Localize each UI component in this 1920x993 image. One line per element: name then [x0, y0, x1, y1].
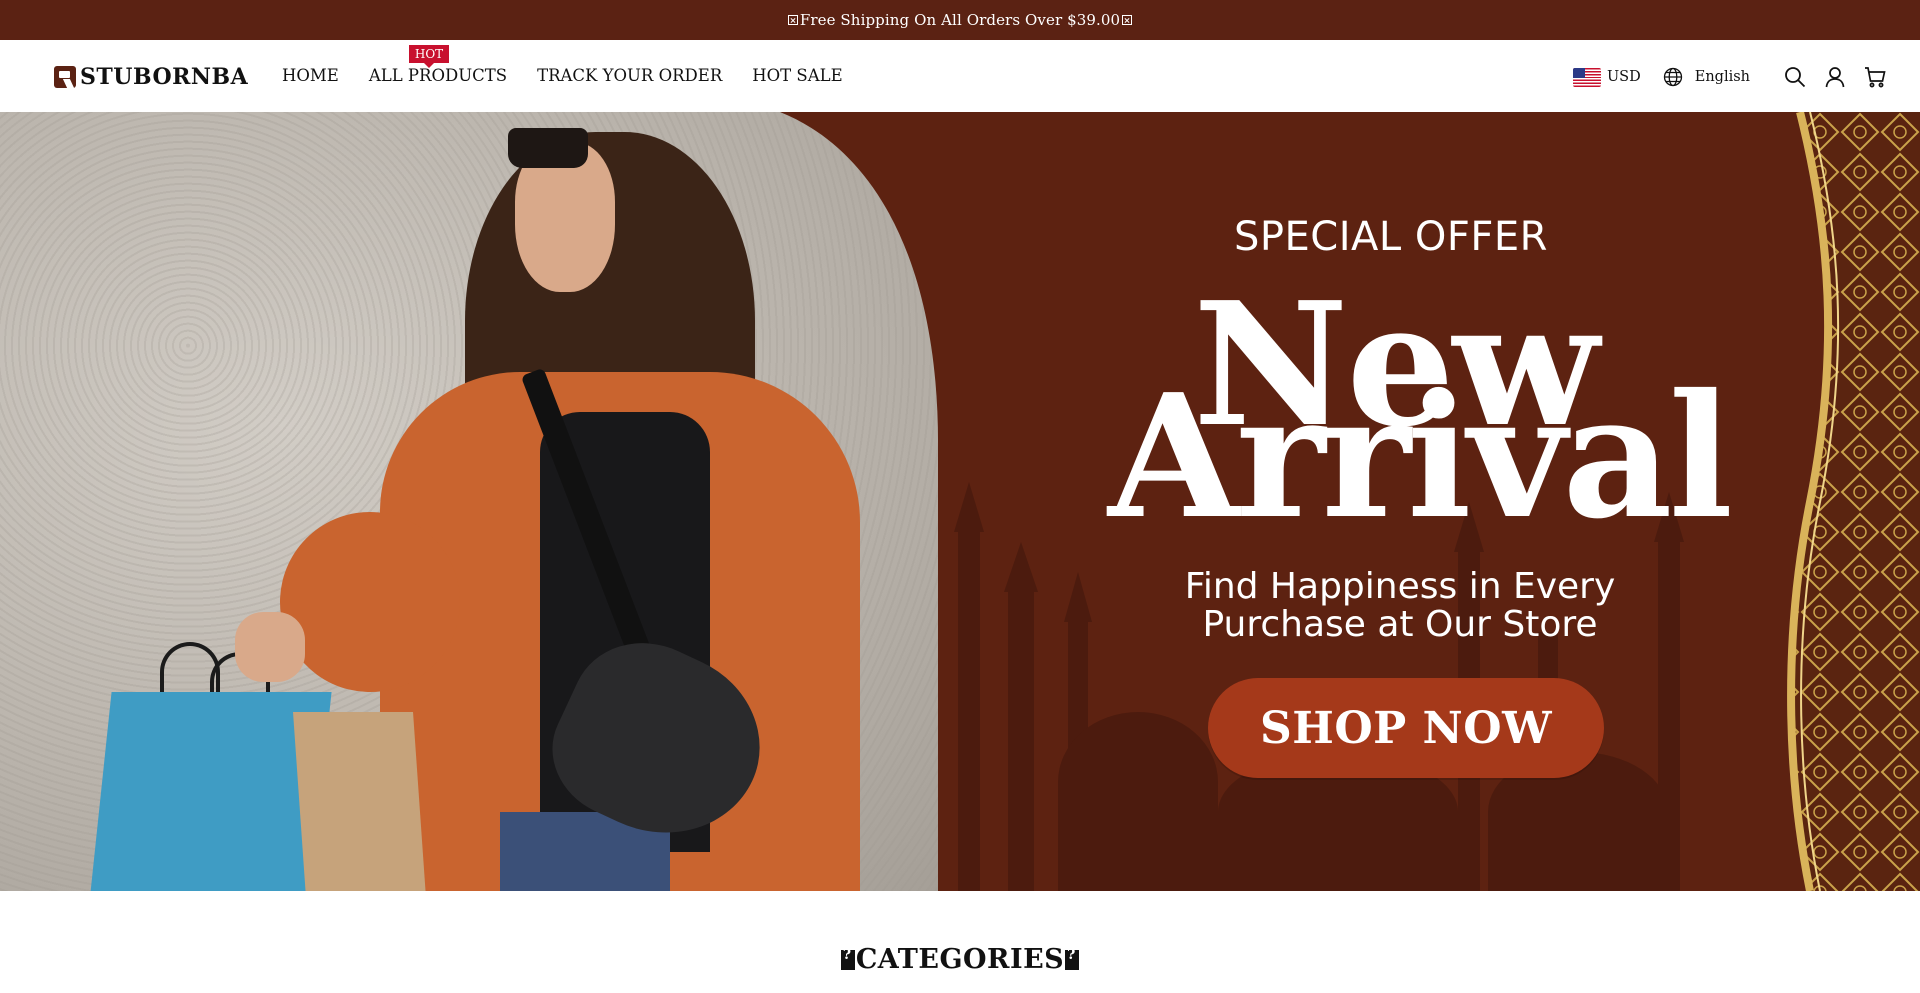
site-header: STUBORNBA HOME HOT ALL PRODUCTS TRACK YO… — [0, 40, 1920, 112]
hero-headline-line2: Arrival — [1108, 357, 1733, 557]
language-selector[interactable]: English — [1663, 67, 1750, 87]
search-icon — [1785, 67, 1806, 88]
announcement-text: Free Shipping On All Orders Over $39.00 — [799, 11, 1121, 29]
hero-tagline-line2: Purchase at Our Store — [1202, 604, 1598, 645]
nav-item-track-order[interactable]: TRACK YOUR ORDER — [537, 66, 722, 85]
language-label: English — [1694, 69, 1750, 85]
missing-glyph-icon — [787, 15, 798, 25]
nav-item-label: HOME — [282, 66, 339, 85]
globe-icon — [1663, 67, 1682, 87]
header-tools: USD English — [1572, 62, 1890, 92]
missing-glyph-icon — [1122, 15, 1133, 25]
hero-tagline-line1: Find Happiness in Every — [1184, 566, 1616, 607]
missing-glyph-icon — [840, 947, 855, 970]
brand-logo[interactable]: STUBORNBA — [54, 60, 248, 94]
announcement-bar: Free Shipping On All Orders Over $39.00 — [0, 0, 1920, 40]
nav-item-all-products[interactable]: HOT ALL PRODUCTS — [368, 45, 508, 85]
cart-icon — [1865, 67, 1886, 88]
us-flag-icon — [1572, 67, 1601, 87]
nav-item-home[interactable]: HOME — [282, 66, 339, 85]
hero-tagline: Find Happiness in Every Purchase at Our … — [1160, 568, 1640, 644]
main-nav: HOME HOT ALL PRODUCTS TRACK YOUR ORDER H… — [282, 45, 873, 85]
hero-banner[interactable]: SPECIAL OFFER New Arrival Find Happiness… — [0, 112, 1920, 891]
hot-badge: HOT — [408, 45, 450, 68]
account-button[interactable] — [1820, 62, 1850, 92]
hero-curve-divider — [780, 112, 960, 891]
nav-item-label: HOT SALE — [752, 66, 843, 85]
currency-label: USD — [1606, 69, 1641, 85]
currency-selector[interactable]: USD — [1572, 67, 1641, 87]
search-button[interactable] — [1780, 62, 1810, 92]
user-icon — [1825, 67, 1845, 88]
categories-title: CATEGORIES — [855, 944, 1065, 975]
missing-glyph-icon — [1065, 947, 1080, 970]
cart-button[interactable] — [1860, 62, 1890, 92]
brand-name: STUBORNBA — [80, 64, 249, 90]
categories-heading: CATEGORIES — [0, 944, 1920, 975]
hero-eyebrow: SPECIAL OFFER — [1234, 214, 1548, 260]
nav-item-hot-sale[interactable]: HOT SALE — [752, 66, 842, 85]
shop-now-button[interactable]: SHOP NOW — [1208, 678, 1604, 778]
brand-mark-icon — [54, 66, 76, 88]
gold-ornament-border — [1787, 112, 1920, 891]
nav-item-label: ALL PRODUCTS — [368, 66, 508, 85]
nav-item-label: TRACK YOUR ORDER — [537, 66, 723, 85]
